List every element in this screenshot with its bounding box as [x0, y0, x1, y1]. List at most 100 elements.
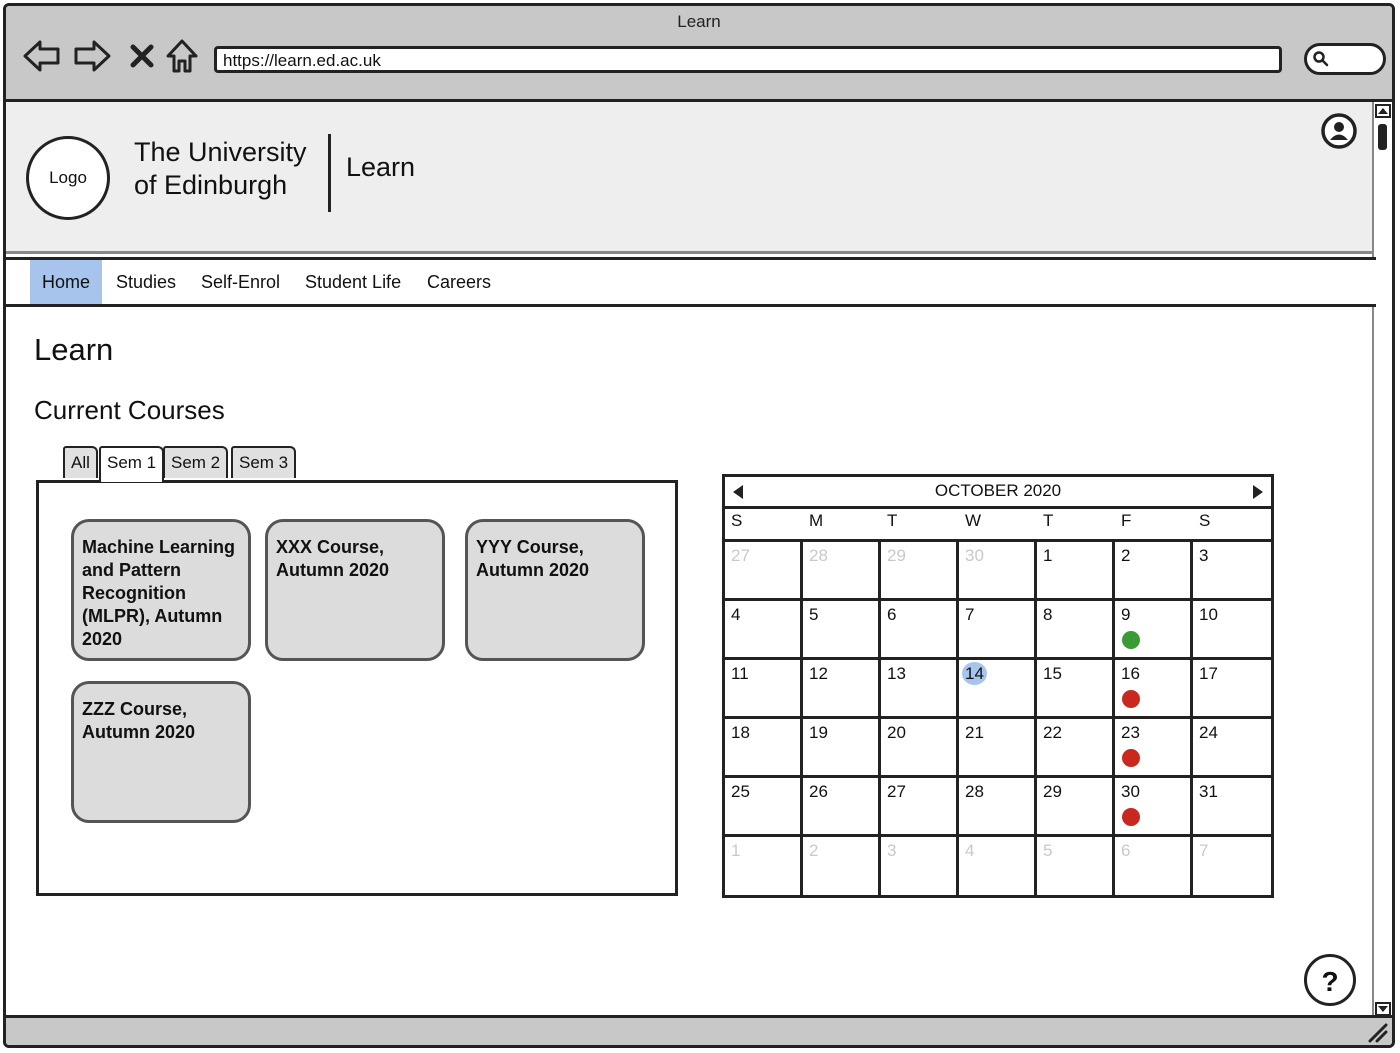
calendar-day-number: 4 [965, 841, 975, 860]
calendar-day-number: 28 [809, 546, 828, 565]
calendar-day[interactable]: 3 [1193, 542, 1271, 601]
calendar-day[interactable]: 8 [1037, 601, 1115, 660]
calendar-weekday: S [1199, 511, 1211, 530]
calendar-day[interactable]: 14 [959, 660, 1037, 719]
calendar-day[interactable]: 7 [1193, 837, 1271, 898]
scroll-up-arrow[interactable] [1375, 104, 1391, 118]
calendar-day[interactable]: 19 [803, 719, 881, 778]
tab-sem-1[interactable]: Sem 1 [99, 446, 165, 482]
vertical-scrollbar[interactable] [1372, 102, 1392, 1018]
event-dot-icon[interactable] [1122, 631, 1140, 649]
calendar-day-number: 10 [1199, 605, 1218, 624]
calendar-day[interactable]: 2 [1115, 542, 1193, 601]
calendar-day[interactable]: 1 [725, 837, 803, 898]
calendar-day-number: 9 [1121, 605, 1131, 624]
calendar-day-number: 21 [965, 723, 984, 742]
calendar-day[interactable]: 24 [1193, 719, 1271, 778]
help-button[interactable]: ? [1304, 954, 1356, 1006]
calendar-day[interactable]: 27 [881, 778, 959, 837]
calendar-day[interactable]: 4 [959, 837, 1037, 898]
nav-item-home[interactable]: Home [30, 260, 103, 304]
tab-sem-2[interactable]: Sem 2 [163, 446, 229, 478]
calendar-day[interactable]: 2 [803, 837, 881, 898]
next-month-icon[interactable] [1251, 484, 1265, 505]
calendar-day[interactable]: 7 [959, 601, 1037, 660]
calendar-day[interactable]: 13 [881, 660, 959, 719]
calendar-day[interactable]: 31 [1193, 778, 1271, 837]
calendar-day[interactable]: 16 [1115, 660, 1193, 719]
calendar-day[interactable]: 30 [1115, 778, 1193, 837]
calendar-day[interactable]: 20 [881, 719, 959, 778]
calendar-day[interactable]: 18 [725, 719, 803, 778]
calendar-day-number: 28 [965, 782, 984, 801]
scroll-down-arrow[interactable] [1375, 1002, 1391, 1016]
course-card[interactable]: ZZZ Course, Autumn 2020 [71, 681, 251, 823]
calendar-day-number: 23 [1121, 723, 1140, 742]
calendar-day[interactable]: 22 [1037, 719, 1115, 778]
calendar-day[interactable]: 11 [725, 660, 803, 719]
calendar-day[interactable]: 6 [881, 601, 959, 660]
back-icon[interactable] [22, 36, 62, 76]
calendar-grid: 27 28 29 30 1 2 3 4 5 6 7 8 9 10 11 12 13 14 15 16 17 18 19 20 2… [725, 539, 1271, 898]
calendar-day[interactable]: 3 [881, 837, 959, 898]
calendar-day-number: 6 [887, 605, 897, 624]
stop-icon[interactable] [122, 36, 162, 76]
calendar-day[interactable]: 17 [1193, 660, 1271, 719]
event-dot-icon[interactable] [1122, 690, 1140, 708]
event-dot-icon[interactable] [1122, 808, 1140, 826]
calendar-day-number: 31 [1199, 782, 1218, 801]
course-panel: Machine Learning and Pattern Recognition… [36, 480, 678, 896]
calendar-day-number: 26 [809, 782, 828, 801]
user-account-icon[interactable] [1320, 112, 1358, 155]
calendar-day[interactable]: 28 [959, 778, 1037, 837]
main-nav: Home Studies Self-Enrol Student Life Car… [6, 257, 1376, 307]
course-card[interactable]: Machine Learning and Pattern Recognition… [71, 519, 251, 661]
nav-item-careers[interactable]: Careers [415, 260, 503, 304]
calendar-day[interactable]: 29 [1037, 778, 1115, 837]
calendar-day-number: 20 [887, 723, 906, 742]
calendar-day[interactable]: 4 [725, 601, 803, 660]
course-card[interactable]: YYY Course, Autumn 2020 [465, 519, 645, 661]
calendar-day[interactable]: 6 [1115, 837, 1193, 898]
window-title: Learn [677, 12, 721, 31]
calendar-day[interactable]: 29 [881, 542, 959, 601]
scroll-thumb[interactable] [1378, 124, 1387, 150]
calendar-day[interactable]: 25 [725, 778, 803, 837]
address-bar[interactable]: https://learn.ed.ac.uk [214, 46, 1282, 73]
calendar-day[interactable]: 21 [959, 719, 1037, 778]
calendar-weekday: W [965, 511, 982, 530]
calendar-day-number: 15 [1043, 664, 1062, 683]
nav-item-self-enrol[interactable]: Self-Enrol [189, 260, 292, 304]
nav-item-studies[interactable]: Studies [104, 260, 188, 304]
calendar-day[interactable]: 12 [803, 660, 881, 719]
calendar-day[interactable]: 5 [803, 601, 881, 660]
calendar-day[interactable]: 30 [959, 542, 1037, 601]
site-name: Learn [346, 152, 416, 182]
calendar-weekday: M [809, 511, 824, 530]
browser-search-box[interactable] [1304, 43, 1386, 75]
calendar-day-number: 8 [1043, 605, 1053, 624]
calendar-day-number: 17 [1199, 664, 1218, 683]
home-icon[interactable] [162, 36, 202, 76]
section-title: Current Courses [34, 395, 225, 425]
resize-grip-icon[interactable] [1366, 1021, 1388, 1043]
forward-icon[interactable] [72, 36, 112, 76]
tab-all[interactable]: All [63, 446, 98, 478]
calendar-day-number: 14 [962, 662, 987, 685]
calendar-day[interactable]: 27 [725, 542, 803, 601]
university-logo[interactable]: Logo [26, 136, 110, 220]
calendar-day[interactable]: 1 [1037, 542, 1115, 601]
calendar-day-number: 4 [731, 605, 741, 624]
calendar-day[interactable]: 23 [1115, 719, 1193, 778]
calendar-day[interactable]: 26 [803, 778, 881, 837]
calendar-day[interactable]: 9 [1115, 601, 1193, 660]
tab-sem-3[interactable]: Sem 3 [231, 446, 297, 478]
calendar-day[interactable]: 10 [1193, 601, 1271, 660]
calendar-day[interactable]: 15 [1037, 660, 1115, 719]
event-dot-icon[interactable] [1122, 749, 1140, 767]
course-card[interactable]: XXX Course, Autumn 2020 [265, 519, 445, 661]
calendar-day[interactable]: 5 [1037, 837, 1115, 898]
page-title: Learn [34, 332, 114, 367]
nav-item-student-life[interactable]: Student Life [293, 260, 413, 304]
calendar-day[interactable]: 28 [803, 542, 881, 601]
